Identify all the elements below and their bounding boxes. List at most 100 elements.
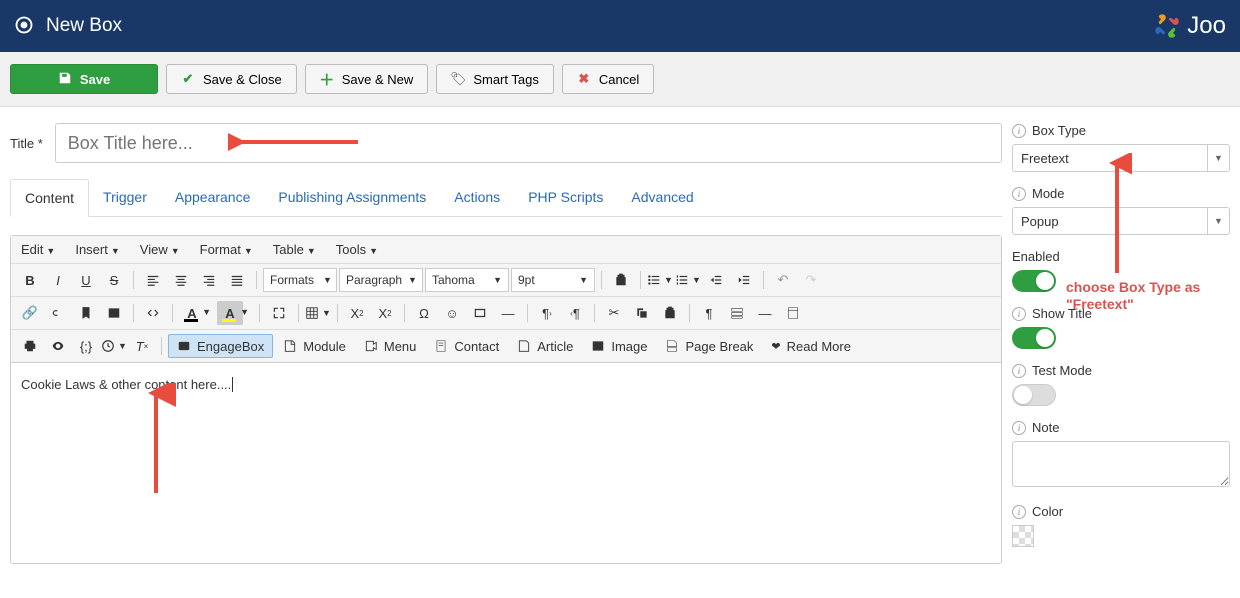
editor-toolbar-1: B I U S Formats▼ Paragraph▼ Tahoma▼ 9pt▼… (11, 264, 1001, 297)
show-title-toggle[interactable] (1012, 327, 1056, 349)
image-insert-button[interactable]: Image (583, 334, 655, 358)
menu-tools[interactable]: Tools▼ (336, 242, 378, 257)
page-title: New Box (46, 15, 122, 37)
table-insert-button[interactable]: ▼ (305, 301, 331, 325)
preview-button[interactable] (45, 334, 71, 358)
tab-actions[interactable]: Actions (440, 179, 514, 216)
box-type-select[interactable]: Freetext ▼ (1012, 144, 1230, 172)
outdent-button[interactable] (703, 268, 729, 292)
indent-button[interactable] (731, 268, 757, 292)
fullscreen-button[interactable] (266, 301, 292, 325)
code-button[interactable] (140, 301, 166, 325)
engagebox-button[interactable]: EngageBox (168, 334, 273, 358)
menu-insert[interactable]: Insert▼ (75, 242, 119, 257)
contact-button[interactable]: Contact (426, 334, 507, 358)
image-button[interactable] (101, 301, 127, 325)
tab-trigger[interactable]: Trigger (89, 179, 161, 216)
test-mode-toggle[interactable] (1012, 384, 1056, 406)
strike-button[interactable]: S (101, 268, 127, 292)
title-input[interactable] (55, 123, 1002, 163)
insertdatetime-button[interactable]: ▼ (101, 334, 127, 358)
menu-insert-button[interactable]: Menu (356, 334, 425, 358)
clearformat-button[interactable]: T× (129, 334, 155, 358)
align-left-button[interactable] (140, 268, 166, 292)
readmore-button[interactable]: ❤Read More (763, 334, 859, 358)
media-button[interactable] (467, 301, 493, 325)
module-button[interactable]: Module (275, 334, 354, 358)
italic-button[interactable]: I (45, 268, 71, 292)
menu-table[interactable]: Table▼ (273, 242, 316, 257)
title-row: Title * (10, 123, 1002, 163)
subscript-button[interactable]: X2 (344, 301, 370, 325)
editor-body[interactable]: Cookie Laws & other content here.... (11, 363, 1001, 563)
brand-logo: Joo (1153, 12, 1226, 40)
align-center-button[interactable] (168, 268, 194, 292)
field-mode: iMode Popup ▼ (1012, 186, 1230, 235)
menu-format[interactable]: Format▼ (200, 242, 253, 257)
hr-button[interactable]: ― (495, 301, 521, 325)
enabled-toggle[interactable] (1012, 270, 1056, 292)
bookmark-button[interactable] (73, 301, 99, 325)
print-button[interactable] (17, 334, 43, 358)
cancel-button[interactable]: ✖ Cancel (562, 64, 654, 94)
annotation-arrow-content (136, 383, 176, 503)
numbers-button[interactable]: ▼ (675, 268, 701, 292)
backcolor-button[interactable]: A▼ (217, 301, 243, 325)
info-icon: i (1012, 187, 1026, 201)
link-button[interactable]: 🔗 (17, 301, 43, 325)
nbsp-button[interactable]: ― (752, 301, 778, 325)
field-test-mode: iTest Mode (1012, 363, 1230, 406)
save-button[interactable]: Save (10, 64, 158, 94)
pagebreak-button[interactable]: Page Break (657, 334, 761, 358)
smart-tags-button[interactable]: 🏷 Smart Tags (436, 64, 554, 94)
tab-content[interactable]: Content (10, 179, 89, 217)
font-select[interactable]: Tahoma▼ (425, 268, 509, 292)
bold-button[interactable]: B (17, 268, 43, 292)
paragraph-select[interactable]: Paragraph▼ (339, 268, 423, 292)
tag-icon: 🏷 (451, 72, 465, 86)
tab-publishing[interactable]: Publishing Assignments (264, 179, 440, 216)
chevron-down-icon: ▼ (1207, 145, 1229, 171)
superscript-button[interactable]: X2 (372, 301, 398, 325)
tab-advanced[interactable]: Advanced (617, 179, 707, 216)
underline-button[interactable]: U (73, 268, 99, 292)
info-icon: i (1012, 307, 1026, 321)
article-button[interactable]: Article (509, 334, 581, 358)
align-right-button[interactable] (196, 268, 222, 292)
template-button[interactable] (780, 301, 806, 325)
cut-button[interactable]: ✂ (601, 301, 627, 325)
save-new-button[interactable]: ＋ Save & New (305, 64, 429, 94)
menu-view[interactable]: View▼ (140, 242, 180, 257)
show-blocks-button[interactable] (724, 301, 750, 325)
plus-icon: ＋ (320, 72, 334, 86)
editor-toolbar-3: {;} ▼ T× EngageBox Module Menu Contact A… (11, 330, 1001, 363)
copy-button[interactable] (629, 301, 655, 325)
align-justify-button[interactable] (224, 268, 250, 292)
show-invisible-button[interactable]: ¶ (696, 301, 722, 325)
cancel-icon: ✖ (577, 72, 591, 86)
codesample-button[interactable]: {;} (73, 334, 99, 358)
fontsize-select[interactable]: 9pt▼ (511, 268, 595, 292)
undo-button[interactable]: ↶ (770, 268, 796, 292)
formats-select[interactable]: Formats▼ (263, 268, 337, 292)
tab-appearance[interactable]: Appearance (161, 179, 265, 216)
paste-text-button[interactable] (608, 268, 634, 292)
main-wrap: Title * Content Trigger Appearance Publi… (0, 107, 1240, 574)
tab-php[interactable]: PHP Scripts (514, 179, 617, 216)
rtl-button[interactable]: ‹¶ (562, 301, 588, 325)
color-picker[interactable] (1012, 525, 1034, 547)
forecolor-button[interactable]: A▼ (179, 301, 205, 325)
mode-select[interactable]: Popup ▼ (1012, 207, 1230, 235)
paste-button[interactable] (657, 301, 683, 325)
redo-button[interactable]: ↷ (798, 268, 824, 292)
specialchar-button[interactable]: Ω (411, 301, 437, 325)
save-close-button[interactable]: ✔ Save & Close (166, 64, 297, 94)
menu-edit[interactable]: Edit▼ (21, 242, 55, 257)
ltr-button[interactable]: ¶› (534, 301, 560, 325)
emoji-button[interactable]: ☺ (439, 301, 465, 325)
header-left: New Box (14, 15, 122, 38)
bullets-button[interactable]: ▼ (647, 268, 673, 292)
unlink-button[interactable] (45, 301, 71, 325)
annotation-text-boxtype: choose Box Type as "Freetext" (1066, 279, 1226, 313)
note-input[interactable] (1012, 441, 1230, 487)
